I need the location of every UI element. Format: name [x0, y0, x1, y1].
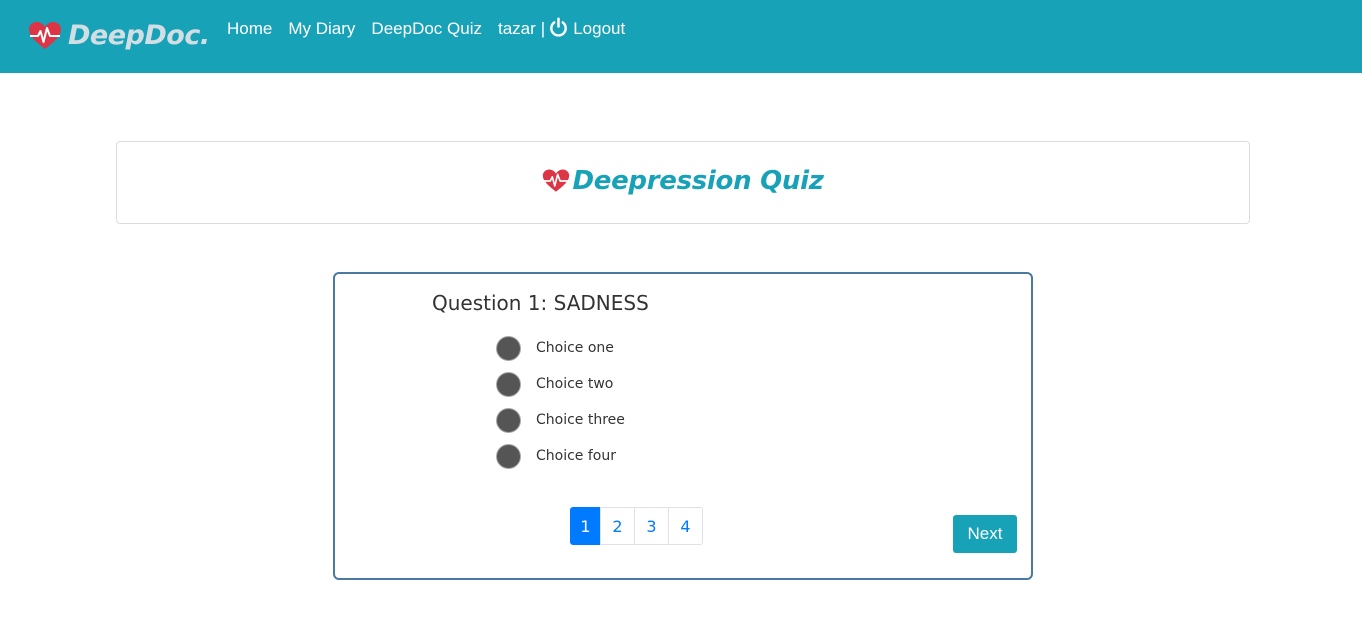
heart-pulse-icon — [29, 22, 61, 49]
choice-option-four[interactable]: Choice four — [496, 438, 625, 474]
choice-label: Choice three — [536, 412, 625, 428]
brand-link[interactable]: DeepDoc. — [28, 19, 210, 53]
next-button[interactable]: Next — [953, 515, 1017, 553]
nav-link-deepdoc-quiz[interactable]: DeepDoc Quiz — [371, 18, 482, 40]
nav-link-my-diary[interactable]: My Diary — [288, 18, 355, 40]
radio-button[interactable] — [496, 335, 521, 361]
quiz-card: Question 1: SADNESS Choice one Choice tw… — [333, 272, 1033, 580]
choice-option-one[interactable]: Choice one — [496, 330, 625, 366]
choice-option-three[interactable]: Choice three — [496, 402, 625, 438]
choice-list: Choice one Choice two Choice three Choic… — [496, 330, 625, 474]
logout-label: Logout — [573, 19, 626, 38]
brand-name: DeepDoc. — [68, 20, 210, 51]
nav-separator: | — [540, 19, 546, 38]
power-icon — [550, 17, 568, 37]
title-row: Deepression Quiz — [542, 165, 824, 196]
radio-button[interactable] — [496, 407, 521, 433]
choice-option-two[interactable]: Choice two — [496, 366, 625, 402]
page-link-4[interactable]: 4 — [668, 507, 703, 545]
navbar: DeepDoc. Home My Diary DeepDoc Quiz taza… — [0, 0, 1362, 73]
page-link-1[interactable]: 1 — [570, 507, 601, 545]
question-title: Question 1: SADNESS — [432, 291, 649, 315]
logout-link[interactable]: Logout — [548, 17, 626, 40]
nav-links: Home My Diary DeepDoc Quiz tazar | Logou… — [227, 17, 626, 40]
choice-label: Choice one — [536, 340, 614, 356]
nav-username: tazar — [497, 19, 536, 38]
nav-link-home[interactable]: Home — [227, 18, 272, 40]
heart-pulse-icon — [543, 168, 570, 192]
choice-label: Choice two — [536, 376, 614, 392]
page-link-2[interactable]: 2 — [600, 507, 635, 545]
choice-label: Choice four — [536, 448, 616, 464]
radio-button[interactable] — [496, 371, 521, 397]
radio-button[interactable] — [496, 443, 521, 469]
page-title: Deepression Quiz — [572, 165, 824, 196]
title-card: Deepression Quiz — [116, 141, 1250, 224]
question-pagination: 1 2 3 4 — [570, 507, 703, 545]
page-link-3[interactable]: 3 — [634, 507, 669, 545]
